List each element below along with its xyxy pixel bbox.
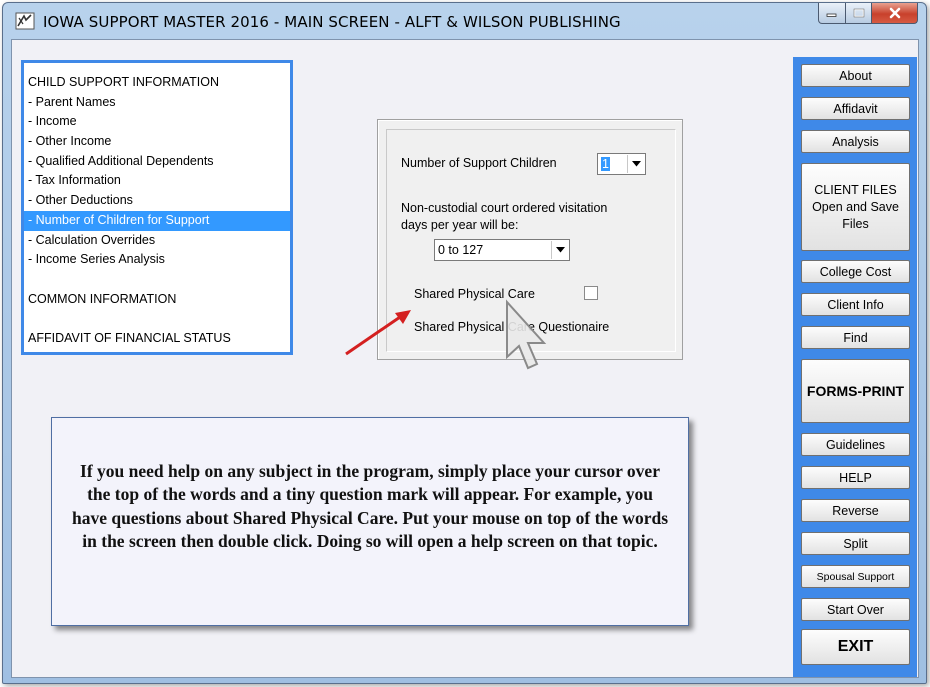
about-button[interactable]: About	[801, 64, 910, 87]
nav-item-other-income[interactable]: - Other Income	[24, 132, 290, 152]
spousal-support-button[interactable]: Spousal Support	[801, 565, 910, 588]
command-button-bar: About Affidavit Analysis CLIENT FILES Op…	[793, 57, 917, 677]
nav-item-parent-names[interactable]: - Parent Names	[24, 93, 290, 113]
nav-item-number-of-children[interactable]: - Number of Children for Support	[24, 210, 290, 231]
nav-item-affidavit-of-financial-status[interactable]: AFFIDAVIT OF FINANCIAL STATUS	[24, 329, 290, 349]
title-bar[interactable]: IOWA SUPPORT MASTER 2016 - MAIN SCREEN -…	[3, 3, 926, 39]
close-icon	[889, 7, 900, 19]
app-icon	[15, 12, 35, 30]
maximize-button[interactable]	[846, 3, 872, 24]
window-title: IOWA SUPPORT MASTER 2016 - MAIN SCREEN -…	[43, 13, 621, 31]
nav-item-income[interactable]: - Income	[24, 112, 290, 132]
forms-print-button[interactable]: FORMS-PRINT	[801, 359, 910, 423]
app-window: IOWA SUPPORT MASTER 2016 - MAIN SCREEN -…	[2, 2, 927, 684]
chevron-down-icon[interactable]	[627, 155, 644, 173]
minimize-icon	[826, 13, 837, 17]
section-list[interactable]: CHILD SUPPORT INFORMATION - Parent Names…	[21, 60, 293, 355]
nav-item-qualified-additional-dependents[interactable]: - Qualified Additional Dependents	[24, 152, 290, 172]
visitation-days-value: 0 to 127	[438, 243, 484, 257]
client-info-button[interactable]: Client Info	[801, 293, 910, 316]
shared-physical-care-checkbox[interactable]	[584, 286, 598, 300]
visitation-days-select[interactable]: 0 to 127	[434, 239, 570, 261]
red-arrow-icon	[345, 310, 411, 356]
reverse-button[interactable]: Reverse	[801, 499, 910, 522]
nav-item-child-support-information[interactable]: CHILD SUPPORT INFORMATION	[24, 73, 290, 93]
main-client-area: CHILD SUPPORT INFORMATION - Parent Names…	[11, 39, 919, 678]
guidelines-button[interactable]: Guidelines	[801, 433, 910, 456]
start-over-button[interactable]: Start Over	[801, 598, 910, 621]
help-button[interactable]: HELP	[801, 466, 910, 489]
affidavit-button[interactable]: Affidavit	[801, 97, 910, 120]
nav-item-calculation-overrides[interactable]: - Calculation Overrides	[24, 231, 290, 251]
support-children-label: Number of Support Children	[401, 156, 557, 170]
college-cost-button[interactable]: College Cost	[801, 260, 910, 283]
analysis-button[interactable]: Analysis	[801, 130, 910, 153]
nav-item-income-series-analysis[interactable]: - Income Series Analysis	[24, 250, 290, 270]
nav-item-common-information[interactable]: COMMON INFORMATION	[24, 290, 290, 310]
find-button[interactable]: Find	[801, 326, 910, 349]
support-children-value: 1	[601, 157, 610, 171]
help-instructions-text: If you need help on any subject in the p…	[71, 460, 669, 552]
chevron-down-icon[interactable]	[551, 241, 568, 259]
client-files-button[interactable]: CLIENT FILES Open and Save Files	[801, 163, 910, 251]
exit-button[interactable]: EXIT	[801, 629, 910, 665]
split-button[interactable]: Split	[801, 532, 910, 555]
nav-item-other-deductions[interactable]: - Other Deductions	[24, 191, 290, 211]
nav-item-tax-information[interactable]: - Tax Information	[24, 171, 290, 191]
maximize-icon	[853, 8, 864, 18]
window-controls	[818, 3, 918, 25]
support-children-select[interactable]: 1	[597, 153, 646, 175]
close-button[interactable]	[872, 3, 918, 24]
visitation-label-line1: Non-custodial court ordered visitation	[401, 201, 608, 215]
help-info-box: If you need help on any subject in the p…	[51, 417, 689, 626]
minimize-button[interactable]	[818, 3, 846, 24]
mouse-pointer-icon	[506, 299, 547, 370]
visitation-label-line2: days per year will be:	[401, 218, 519, 232]
